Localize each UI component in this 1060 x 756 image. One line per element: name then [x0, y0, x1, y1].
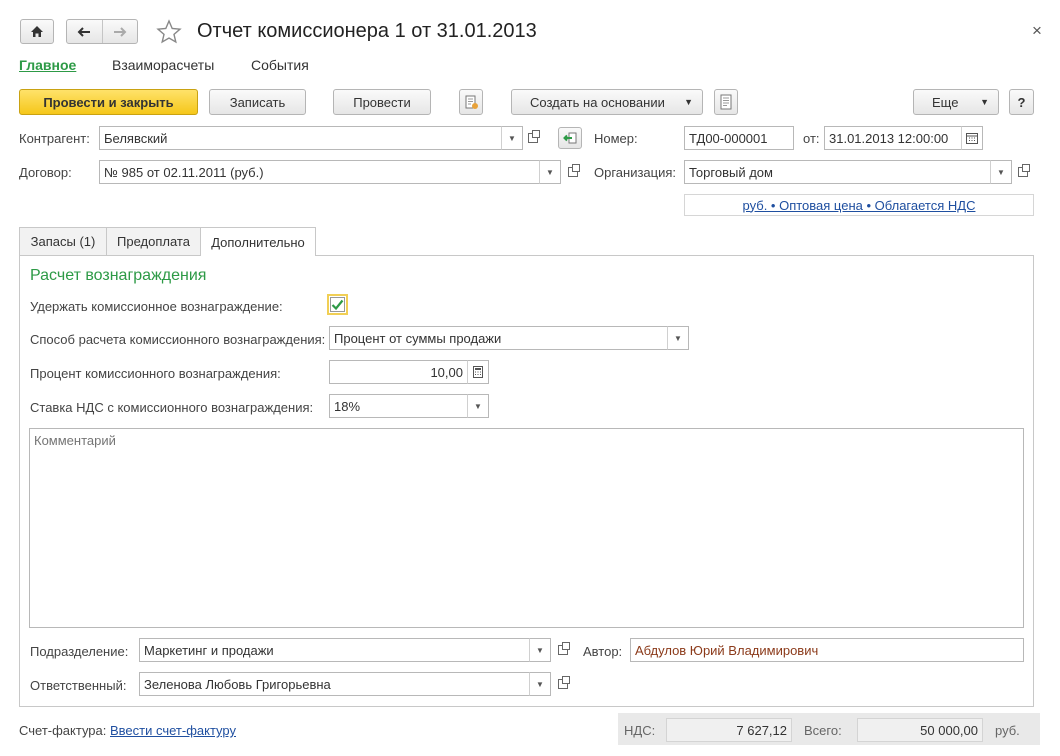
arrow-right-icon — [113, 26, 127, 37]
section-title: Расчет вознаграждения — [30, 267, 207, 284]
document-list-icon — [720, 94, 732, 110]
calendar-icon — [966, 132, 978, 144]
favorite-star-icon[interactable] — [156, 19, 182, 45]
nav-events[interactable]: События — [251, 57, 309, 73]
grand-total-field: 50 000,00 — [857, 718, 983, 742]
tab-prepayment[interactable]: Предоплата — [106, 227, 201, 255]
checkmark-icon — [331, 299, 344, 310]
department-label: Подразделение: — [30, 644, 129, 659]
tab-inventory[interactable]: Запасы (1) — [19, 227, 107, 255]
vat-rate-dropdown[interactable]: ▼ — [467, 394, 489, 418]
history-nav — [66, 19, 138, 44]
nav-settlements[interactable]: Взаиморасчеты — [112, 57, 214, 73]
method-dropdown[interactable]: ▼ — [667, 326, 689, 350]
contract-open-icon[interactable] — [563, 160, 583, 184]
forward-button[interactable] — [103, 20, 138, 43]
grand-total-label: Всего: — [804, 723, 842, 738]
withhold-label: Удержать комиссионное вознаграждение: — [30, 299, 283, 314]
price-settings-box: руб. • Оптовая цена • Облагается НДС — [684, 194, 1034, 216]
create-based-on-label: Создать на основании — [530, 94, 665, 110]
author-field[interactable]: Абдулов Юрий Владимирович — [630, 638, 1024, 662]
chevron-down-icon: ▼ — [684, 97, 693, 107]
price-settings-link[interactable]: руб. • Оптовая цена • Облагается НДС — [743, 198, 976, 213]
number-field[interactable]: ТД00-000001 — [684, 126, 794, 150]
calculator-icon — [473, 366, 483, 378]
counterparty-open-icon[interactable] — [523, 126, 543, 150]
chevron-down-icon: ▼ — [980, 97, 989, 107]
vat-rate-label: Ставка НДС с комиссионного вознаграждени… — [30, 400, 314, 415]
organization-field[interactable]: Торговый дом — [684, 160, 991, 184]
date-label: от: — [803, 131, 820, 146]
organization-open-icon[interactable] — [1013, 160, 1033, 184]
invoice-link[interactable]: Ввести счет-фактуру — [110, 723, 236, 738]
create-based-on-button[interactable]: Создать на основании ▼ — [511, 89, 703, 115]
save-button[interactable]: Записать — [209, 89, 306, 115]
tab-additional[interactable]: Дополнительно — [200, 227, 316, 256]
arrow-left-icon — [77, 26, 91, 37]
organization-dropdown[interactable]: ▼ — [990, 160, 1012, 184]
more-label: Еще — [932, 94, 959, 110]
calculator-button[interactable] — [467, 360, 489, 384]
author-label: Автор: — [583, 644, 623, 659]
nav-main[interactable]: Главное — [19, 57, 76, 73]
percent-field[interactable]: 10,00 — [329, 360, 468, 384]
comment-textarea[interactable] — [29, 428, 1024, 628]
vat-total-field: 7 627,12 — [666, 718, 792, 742]
close-icon[interactable]: × — [1032, 21, 1042, 41]
post-button[interactable]: Провести — [333, 89, 431, 115]
counterparty-dropdown[interactable]: ▼ — [501, 126, 523, 150]
counterparty-label: Контрагент: — [19, 131, 90, 146]
number-label: Номер: — [594, 131, 638, 146]
vat-rate-select[interactable]: 18% — [329, 394, 468, 418]
responsible-open-icon[interactable] — [553, 672, 573, 696]
date-field[interactable]: 31.01.2013 12:00:00 — [824, 126, 962, 150]
responsible-field[interactable]: Зеленова Любовь Григорьевна — [139, 672, 530, 696]
organization-label: Организация: — [594, 165, 677, 180]
home-button[interactable] — [20, 19, 54, 44]
department-field[interactable]: Маркетинг и продажи — [139, 638, 530, 662]
withhold-checkbox[interactable] — [327, 294, 348, 315]
help-button[interactable]: ? — [1009, 89, 1034, 115]
counterparty-extra-button[interactable] — [558, 127, 582, 149]
window-title: Отчет комиссионера 1 от 31.01.2013 — [197, 20, 537, 42]
method-select[interactable]: Процент от суммы продажи — [329, 326, 668, 350]
grand-total-value: 50 000,00 — [920, 722, 978, 738]
vat-total-label: НДС: — [624, 723, 656, 738]
percent-value: 10,00 — [430, 364, 463, 380]
attachments-button[interactable] — [459, 89, 483, 115]
document-clip-icon — [465, 95, 478, 109]
percent-label: Процент комиссионного вознаграждения: — [30, 366, 281, 381]
method-label: Способ расчета комиссионного вознагражде… — [30, 332, 326, 347]
department-open-icon[interactable] — [553, 638, 573, 662]
more-button[interactable]: Еще ▼ — [913, 89, 999, 115]
responsible-label: Ответственный: — [30, 678, 127, 693]
invoice-label: Счет-фактура: — [19, 723, 107, 738]
back-button[interactable] — [67, 20, 103, 43]
responsible-dropdown[interactable]: ▼ — [529, 672, 551, 696]
contract-field[interactable]: № 985 от 02.11.2011 (руб.) — [99, 160, 540, 184]
contract-label: Договор: — [19, 165, 72, 180]
home-icon — [31, 26, 43, 37]
print-button[interactable] — [714, 89, 738, 115]
counterparty-field[interactable]: Белявский — [99, 126, 502, 150]
post-and-close-button[interactable]: Провести и закрыть — [19, 89, 198, 115]
calendar-button[interactable] — [961, 126, 983, 150]
department-dropdown[interactable]: ▼ — [529, 638, 551, 662]
vat-total-value: 7 627,12 — [736, 722, 787, 738]
currency-label: руб. — [995, 723, 1020, 738]
green-arrow-icon — [563, 132, 577, 144]
contract-dropdown[interactable]: ▼ — [539, 160, 561, 184]
